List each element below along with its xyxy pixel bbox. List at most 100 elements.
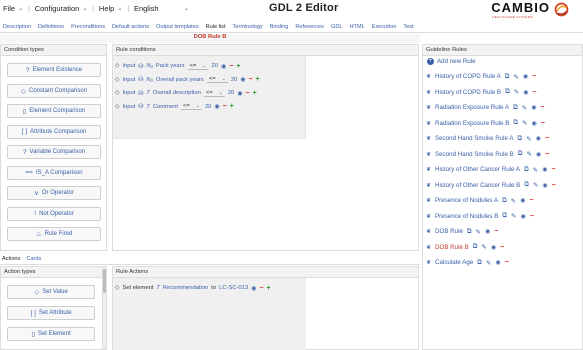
operator-select[interactable]: <= ⌄ xyxy=(180,103,202,111)
guideline-rule-item[interactable]: ❦ Second Hand Smoke Rule A ⧉ ✎ ◉ − xyxy=(426,134,549,144)
guideline-rule-item[interactable]: ❦ History of COPD Rule B ⧉ ✎ ◉ − xyxy=(426,87,537,97)
action-element-name[interactable]: Recommendation xyxy=(163,285,208,291)
edit-icon[interactable]: ✎ xyxy=(526,150,531,158)
condition-element-name[interactable]: Overall pack years xyxy=(156,77,204,83)
eye-icon[interactable]: ◉ xyxy=(214,103,219,110)
eye-icon[interactable]: ◉ xyxy=(542,166,547,173)
tab-gdl[interactable]: GDL xyxy=(331,24,343,30)
eye-icon[interactable]: ◉ xyxy=(237,90,242,97)
variable-comparison-button[interactable]: ? Variable Comparison xyxy=(7,145,101,159)
add-icon[interactable]: + xyxy=(253,90,257,97)
tab-references[interactable]: References xyxy=(295,24,324,30)
copy-icon[interactable]: ⧉ xyxy=(513,119,518,127)
tab-cards[interactable]: Cards xyxy=(26,256,41,264)
rule-name[interactable]: DOB Rule xyxy=(435,228,463,235)
rule-name[interactable]: History of COPD Rule A xyxy=(435,73,501,80)
edit-icon[interactable]: ✎ xyxy=(522,119,527,127)
input-label[interactable]: Input xyxy=(122,77,135,83)
eye-icon[interactable]: ◉ xyxy=(536,135,541,142)
rule-name[interactable]: Presence of Nodules B xyxy=(435,213,498,220)
eye-icon[interactable]: ◉ xyxy=(523,89,528,96)
remove-icon[interactable]: − xyxy=(223,103,227,110)
rule-name[interactable]: Radiation Exposure Rule A xyxy=(435,104,509,111)
edit-icon[interactable]: ✎ xyxy=(514,88,519,96)
rule-name[interactable]: History of Other Cancer Rule B xyxy=(435,182,520,189)
set-element-button[interactable]: ▯ Set Element xyxy=(7,327,95,341)
copy-icon[interactable]: ⧉ xyxy=(517,135,522,143)
condition-value[interactable]: 20 xyxy=(228,90,234,96)
edit-icon[interactable]: ✎ xyxy=(522,104,527,112)
action-types-scrollbar[interactable] xyxy=(102,267,106,349)
condition-value[interactable]: 20 xyxy=(231,77,237,83)
guideline-rule-item[interactable]: ❦ Presence of Nodules B ⧉ ✎ ◉ − xyxy=(426,211,534,221)
guideline-rule-item[interactable]: ❦ Calculate Age ⧉ ✎ ◉ − xyxy=(426,258,509,268)
copy-icon[interactable]: ⧉ xyxy=(518,150,523,158)
eye-icon[interactable]: ◉ xyxy=(531,120,536,127)
edit-icon[interactable]: ✎ xyxy=(481,243,486,251)
configuration-menu[interactable]: Configuration ⌄ xyxy=(35,4,88,13)
add-icon[interactable]: + xyxy=(230,103,234,110)
edit-icon[interactable]: ✎ xyxy=(486,259,491,267)
remove-icon[interactable]: − xyxy=(540,104,544,111)
add-icon[interactable]: + xyxy=(266,285,270,292)
not-operator-button[interactable]: ! Not Operator xyxy=(7,206,101,221)
eye-icon[interactable]: ◉ xyxy=(523,73,528,80)
condition-element-name[interactable]: Overall description xyxy=(153,90,201,96)
copy-icon[interactable]: ⧉ xyxy=(502,212,507,220)
eye-icon[interactable]: ◉ xyxy=(251,285,256,292)
remove-icon[interactable]: − xyxy=(246,90,250,97)
edit-icon[interactable]: ✎ xyxy=(476,228,481,236)
condition-element-name[interactable]: Comment xyxy=(153,104,178,110)
tab-test[interactable]: Test xyxy=(403,24,413,30)
copy-icon[interactable]: ⧉ xyxy=(477,259,482,267)
remove-icon[interactable]: − xyxy=(505,259,509,266)
is-a-comparison-button[interactable]: == IS_A Comparison xyxy=(7,165,101,180)
eye-icon[interactable]: ◉ xyxy=(485,228,490,235)
tab-actions[interactable]: Actions xyxy=(2,256,20,264)
remove-icon[interactable]: − xyxy=(259,285,263,292)
copy-icon[interactable]: ⧉ xyxy=(505,73,510,81)
rule-name[interactable]: Calculate Age xyxy=(435,259,473,266)
file-menu[interactable]: File ⌄ xyxy=(3,4,23,13)
edit-icon[interactable]: ✎ xyxy=(533,166,538,174)
condition-element-name[interactable]: Pack years xyxy=(156,63,185,69)
tab-preconditions[interactable]: Preconditions xyxy=(71,24,105,30)
copy-icon[interactable]: ⧉ xyxy=(513,104,518,112)
constant-comparison-button[interactable]: ◇ Constant Comparison xyxy=(7,83,101,98)
remove-icon[interactable]: − xyxy=(532,73,536,80)
guideline-rule-item[interactable]: ❦ History of COPD Rule A ⧉ ✎ ◉ − xyxy=(426,72,536,82)
remove-icon[interactable]: − xyxy=(545,151,549,158)
copy-icon[interactable]: ⧉ xyxy=(524,166,529,174)
input-label[interactable]: Input xyxy=(122,104,135,110)
edit-icon[interactable]: ✎ xyxy=(513,73,518,81)
rule-name[interactable]: Second Hand Smoke Rule B xyxy=(435,151,514,158)
remove-icon[interactable]: − xyxy=(532,89,536,96)
input-label[interactable]: Input xyxy=(122,90,135,96)
eye-icon[interactable]: ◉ xyxy=(520,213,525,220)
remove-icon[interactable]: − xyxy=(541,120,545,127)
guideline-rule-item[interactable]: ❦ DOB Rule ⧉ ✎ ◉ − xyxy=(426,227,498,237)
copy-icon[interactable]: ⧉ xyxy=(473,243,478,251)
edit-icon[interactable]: ✎ xyxy=(526,135,531,143)
rule-actions-drop-area[interactable]: ◇ Set element T Recommendation to LC-SC-013 ◉ −… xyxy=(113,278,306,350)
language-select[interactable]: English ⌄ xyxy=(134,4,189,13)
scrollbar-thumb[interactable] xyxy=(103,269,106,293)
rule-name[interactable]: DOB Rule B xyxy=(435,244,469,251)
remove-icon[interactable]: − xyxy=(551,166,555,173)
operator-select[interactable]: <= ⌄ xyxy=(187,63,209,70)
guideline-rule-item[interactable]: ❦ History of Other Cancer Rule A ⧉ ✎ ◉ − xyxy=(426,165,555,175)
eye-icon[interactable]: ◉ xyxy=(491,244,496,251)
input-label[interactable]: Input xyxy=(122,63,135,69)
eye-icon[interactable]: ◉ xyxy=(536,151,541,158)
operator-select[interactable]: <= ⌄ xyxy=(206,76,228,84)
condition-value[interactable]: 20 xyxy=(205,104,211,110)
guideline-rule-item[interactable]: ❦ History of Other Cancer Rule B ⧉ ✎ ◉ − xyxy=(426,180,556,190)
remove-icon[interactable]: − xyxy=(229,63,233,70)
set-value-button[interactable]: ◇ Set Value xyxy=(7,285,95,299)
edit-icon[interactable]: ✎ xyxy=(533,181,538,189)
help-menu[interactable]: Help ⌄ xyxy=(99,4,122,13)
eye-icon[interactable]: ◉ xyxy=(542,182,547,189)
eye-icon[interactable]: ◉ xyxy=(240,76,245,83)
action-value[interactable]: LC-SC-013 xyxy=(219,285,248,291)
element-existence-button[interactable]: ? Element Existence xyxy=(7,63,101,77)
